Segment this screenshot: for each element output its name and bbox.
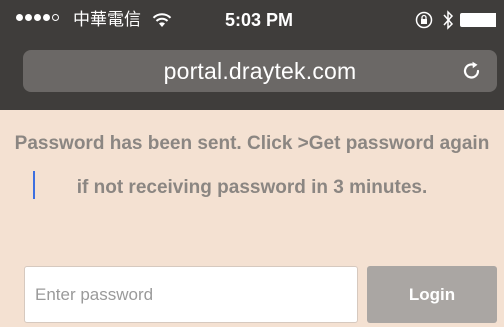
- browser-chrome: 中華電信 5:03 PM portal.draytek.com: [0, 0, 504, 110]
- screen: 中華電信 5:03 PM portal.draytek.com Password…: [0, 0, 504, 327]
- signal-dot-empty: [52, 14, 59, 21]
- battery-icon: [460, 13, 504, 27]
- page-content: Password has been sent. Click >Get passw…: [0, 110, 504, 327]
- signal-dot: [16, 14, 23, 21]
- bluetooth-icon: [443, 10, 454, 30]
- address-bar[interactable]: portal.draytek.com: [23, 50, 497, 92]
- signal-strength-icon: [16, 14, 59, 21]
- signal-dot: [34, 14, 41, 21]
- password-sent-message: Password has been sent. Click >Get passw…: [14, 133, 490, 198]
- password-input[interactable]: [24, 266, 358, 323]
- orientation-lock-icon: [415, 11, 433, 29]
- reload-icon[interactable]: [461, 60, 483, 82]
- battery-level: [460, 13, 496, 27]
- signal-dot: [43, 14, 50, 21]
- wifi-icon: [152, 13, 172, 27]
- text-caret: [33, 171, 35, 199]
- carrier-name: 中華電信: [73, 10, 141, 30]
- status-time: 5:03 PM: [225, 10, 294, 30]
- signal-dot: [25, 14, 32, 21]
- login-button[interactable]: Login: [367, 266, 497, 323]
- status-bar: 中華電信 5:03 PM: [0, 0, 504, 44]
- url-text[interactable]: portal.draytek.com: [23, 50, 497, 92]
